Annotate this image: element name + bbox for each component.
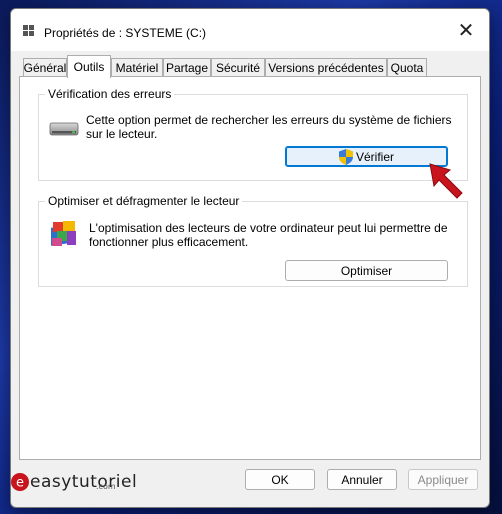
red-arrow-icon: [429, 163, 463, 199]
tab-tools[interactable]: Outils: [67, 55, 111, 78]
defrag-icon: [51, 221, 76, 246]
properties-window: Propriétés de : SYSTEME (C:) ✕ Général O…: [10, 8, 490, 508]
error-check-group: Vérification des erreurs Cette option pe…: [38, 87, 468, 181]
tab-previous-versions[interactable]: Versions précédentes: [265, 58, 387, 77]
hard-drive-icon: [49, 122, 79, 136]
tab-hardware[interactable]: Matériel: [111, 58, 163, 77]
drive-app-icon: [23, 25, 34, 36]
watermark-suffix: .com: [96, 482, 116, 491]
optimize-description: L'optimisation des lecteurs de votre ord…: [89, 221, 448, 249]
error-check-title: Vérification des erreurs: [45, 87, 175, 101]
optimize-title: Optimiser et défragmenter le lecteur: [45, 194, 243, 208]
watermark-e-icon: e: [11, 473, 29, 491]
svg-text:e: e: [16, 476, 24, 491]
uac-shield-icon: [338, 148, 353, 165]
title-bar: Propriétés de : SYSTEME (C:) ✕: [11, 9, 489, 51]
apply-button[interactable]: Appliquer: [408, 469, 478, 490]
error-check-description: Cette option permet de rechercher les er…: [86, 113, 452, 141]
optimize-group: Optimiser et défragmenter le lecteur L'o…: [38, 194, 468, 287]
ok-button[interactable]: OK: [245, 469, 315, 490]
optimize-button[interactable]: Optimiser: [285, 260, 448, 281]
close-button[interactable]: ✕: [443, 9, 489, 51]
close-icon: ✕: [457, 19, 475, 42]
tools-panel: Vérification des erreurs Cette option pe…: [19, 76, 481, 460]
cancel-button[interactable]: Annuler: [327, 469, 397, 490]
window-title: Propriétés de : SYSTEME (C:): [44, 26, 207, 40]
tab-quota[interactable]: Quota: [387, 58, 427, 77]
tab-security[interactable]: Sécurité: [211, 58, 265, 77]
tab-general[interactable]: Général: [23, 58, 67, 77]
watermark-text: easytutoriel: [30, 472, 138, 492]
tab-sharing[interactable]: Partage: [163, 58, 211, 77]
watermark-logo: e easytutoriel .com: [10, 462, 137, 502]
